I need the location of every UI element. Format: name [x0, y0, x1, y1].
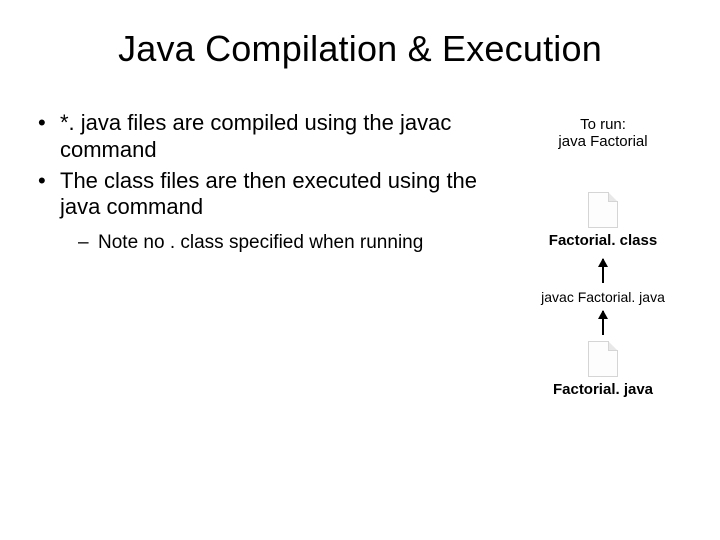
- run-label-line2: java Factorial: [514, 133, 692, 150]
- bullet-item: *. java files are compiled using the jav…: [38, 110, 490, 164]
- class-file-label: Factorial. class: [514, 232, 692, 249]
- bullet-item: The class files are then executed using …: [38, 168, 490, 222]
- arrow-up-icon: [602, 259, 604, 283]
- slide-title: Java Compilation & Execution: [0, 0, 720, 110]
- run-label-line1: To run:: [514, 116, 692, 133]
- java-file-label: Factorial. java: [514, 381, 692, 398]
- slide-body: *. java files are compiled using the jav…: [0, 110, 720, 408]
- run-instruction: To run: java Factorial: [514, 116, 692, 150]
- file-icon: [588, 192, 618, 228]
- file-icon: [588, 341, 618, 377]
- arrow-up-icon: [602, 311, 604, 335]
- sub-bullet-item: Note no . class specified when running: [38, 231, 490, 255]
- compile-command-label: javac Factorial. java: [514, 289, 692, 305]
- bullet-column: *. java files are compiled using the jav…: [38, 110, 514, 408]
- diagram-column: To run: java Factorial Factorial. class …: [514, 110, 692, 408]
